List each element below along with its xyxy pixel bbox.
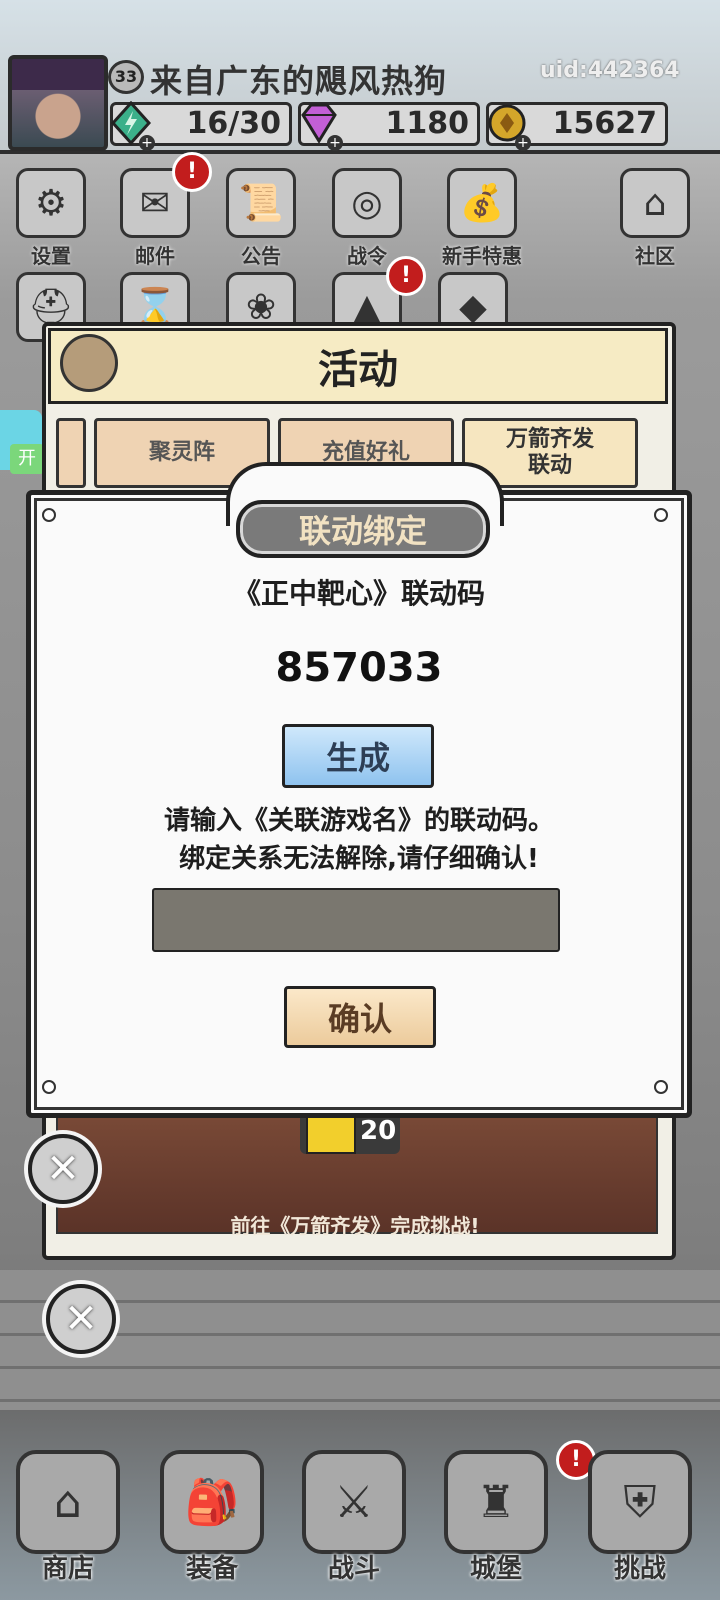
community-label: 社区 — [635, 244, 675, 268]
shop-icon: ⌂ — [16, 1450, 120, 1554]
close-icon: ✕ — [46, 1146, 80, 1192]
add-gold-icon[interactable]: + — [515, 135, 531, 151]
activity-emblem-icon — [60, 334, 118, 392]
gold-bar-icon — [306, 1112, 356, 1154]
banner-text: 前往《万箭齐发》完成挑战! — [230, 1214, 480, 1238]
diamond-counter[interactable]: + 1180 — [298, 102, 480, 151]
bag-icon: 💰 — [447, 168, 517, 238]
close-activity-button[interactable]: ✕ — [28, 1134, 98, 1204]
mail-label: 邮件 — [135, 244, 175, 268]
home-icon: ⌂ — [620, 168, 690, 238]
rivet-icon — [654, 1080, 668, 1094]
nav-castle[interactable]: ♜ 城堡 — [436, 1450, 556, 1585]
collab-code-label: 《正中靶心》联动码 — [232, 577, 485, 610]
player-avatar[interactable] — [8, 55, 108, 151]
newbie-offer-menu-item[interactable]: 💰 新手特惠 — [430, 168, 534, 269]
backpack-icon: 🎒 — [160, 1450, 264, 1554]
generate-button[interactable]: 生成 — [282, 724, 434, 788]
battle-pass-menu-item[interactable]: ◎ 战令 — [324, 168, 410, 269]
nav-challenge[interactable]: ⛨ 挑战 — [580, 1450, 700, 1585]
player-level-badge: 33 — [108, 60, 144, 94]
energy-value: 16/30 — [186, 106, 281, 141]
gold-counter[interactable]: + 15627 — [486, 102, 668, 151]
player-uid: uid:442364 — [540, 58, 680, 83]
instruction-text-line2: 绑定关系无法解除,请仔细确认! — [179, 844, 539, 874]
nav-castle-label: 城堡 — [469, 1554, 522, 1584]
rivet-icon — [654, 508, 668, 522]
player-name: 来自广东的飓风热狗 — [150, 62, 448, 100]
gear-icon: ⚙ — [16, 168, 86, 238]
reward-amount: 20 — [360, 1116, 397, 1146]
announcement-label: 公告 — [241, 244, 281, 268]
rivet-icon — [42, 1080, 56, 1094]
energy-counter[interactable]: + 16/30 — [110, 101, 292, 151]
nav-battle-label: 战斗 — [327, 1554, 380, 1584]
mail-notification-badge: ! — [172, 152, 212, 192]
nav-equipment-label: 装备 — [185, 1554, 238, 1584]
nav-equipment[interactable]: 🎒 装备 — [152, 1450, 272, 1585]
add-energy-icon[interactable]: + — [139, 135, 155, 151]
announcement-menu-item[interactable]: 📜 公告 — [218, 168, 304, 269]
nav-shop-label: 商店 — [41, 1554, 94, 1584]
newbie-offer-label: 新手特惠 — [442, 244, 522, 268]
scroll-icon: 📜 — [226, 168, 296, 238]
settings-menu-item[interactable]: ⚙ 设置 — [8, 168, 94, 269]
community-menu-item[interactable]: ⌂ 社区 — [612, 168, 698, 269]
crossed-swords-icon: ⚔ — [302, 1450, 406, 1554]
collab-code-value: 857033 — [275, 645, 443, 691]
orb-icon: ◎ — [332, 168, 402, 238]
close-icon: ✕ — [64, 1296, 98, 1342]
activity-header: 活动 — [48, 328, 668, 404]
instruction-text-line1: 请输入《关联游戏名》的联动码。 — [163, 806, 554, 836]
close-panel-button[interactable]: ✕ — [46, 1284, 116, 1354]
nav-shop[interactable]: ⌂ 商店 — [8, 1450, 128, 1585]
dialog-title-bar: 联动绑定 — [236, 500, 490, 558]
shield-icon: ⛨ — [588, 1450, 692, 1554]
side-open-button[interactable]: 开 — [10, 444, 44, 474]
gold-value: 15627 — [552, 106, 657, 141]
nav-challenge-label: 挑战 — [613, 1554, 666, 1584]
confirm-button[interactable]: 确认 — [284, 986, 436, 1048]
activity-title: 活动 — [318, 347, 398, 393]
nav-battle[interactable]: ⚔ 战斗 — [294, 1450, 414, 1585]
dialog-title: 联动绑定 — [298, 512, 427, 550]
diamond-value: 1180 — [385, 106, 470, 141]
settings-label: 设置 — [31, 244, 71, 268]
add-diamond-icon[interactable]: + — [327, 135, 343, 151]
rivet-icon — [42, 508, 56, 522]
tab-previous[interactable] — [56, 418, 86, 488]
row2-notification-badge: ! — [386, 256, 426, 296]
castle-icon: ♜ — [444, 1450, 548, 1554]
collab-code-input[interactable] — [152, 888, 560, 952]
